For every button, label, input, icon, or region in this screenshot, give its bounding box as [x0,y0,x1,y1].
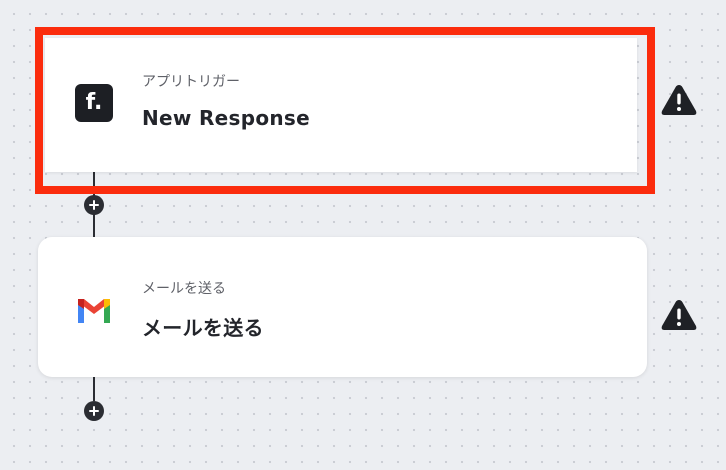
plus-icon [89,406,99,416]
step-type-label: メールを送る [142,281,226,297]
warning-icon[interactable] [660,297,698,333]
plus-icon [89,200,99,210]
step-type-label: アプリトリガー [142,74,240,90]
step-title: New Response [142,106,310,130]
add-step-button[interactable] [84,195,104,215]
connector-line [93,377,95,401]
trigger-step-card[interactable] [45,38,637,172]
warning-icon[interactable] [660,82,698,118]
add-step-button[interactable] [84,401,104,421]
step-title: メールを送る [142,316,264,340]
formbricks-icon: f. [75,84,113,122]
send-mail-step-card[interactable] [38,237,647,377]
gmail-icon [78,299,110,323]
formbricks-glyph: f. [85,90,103,115]
